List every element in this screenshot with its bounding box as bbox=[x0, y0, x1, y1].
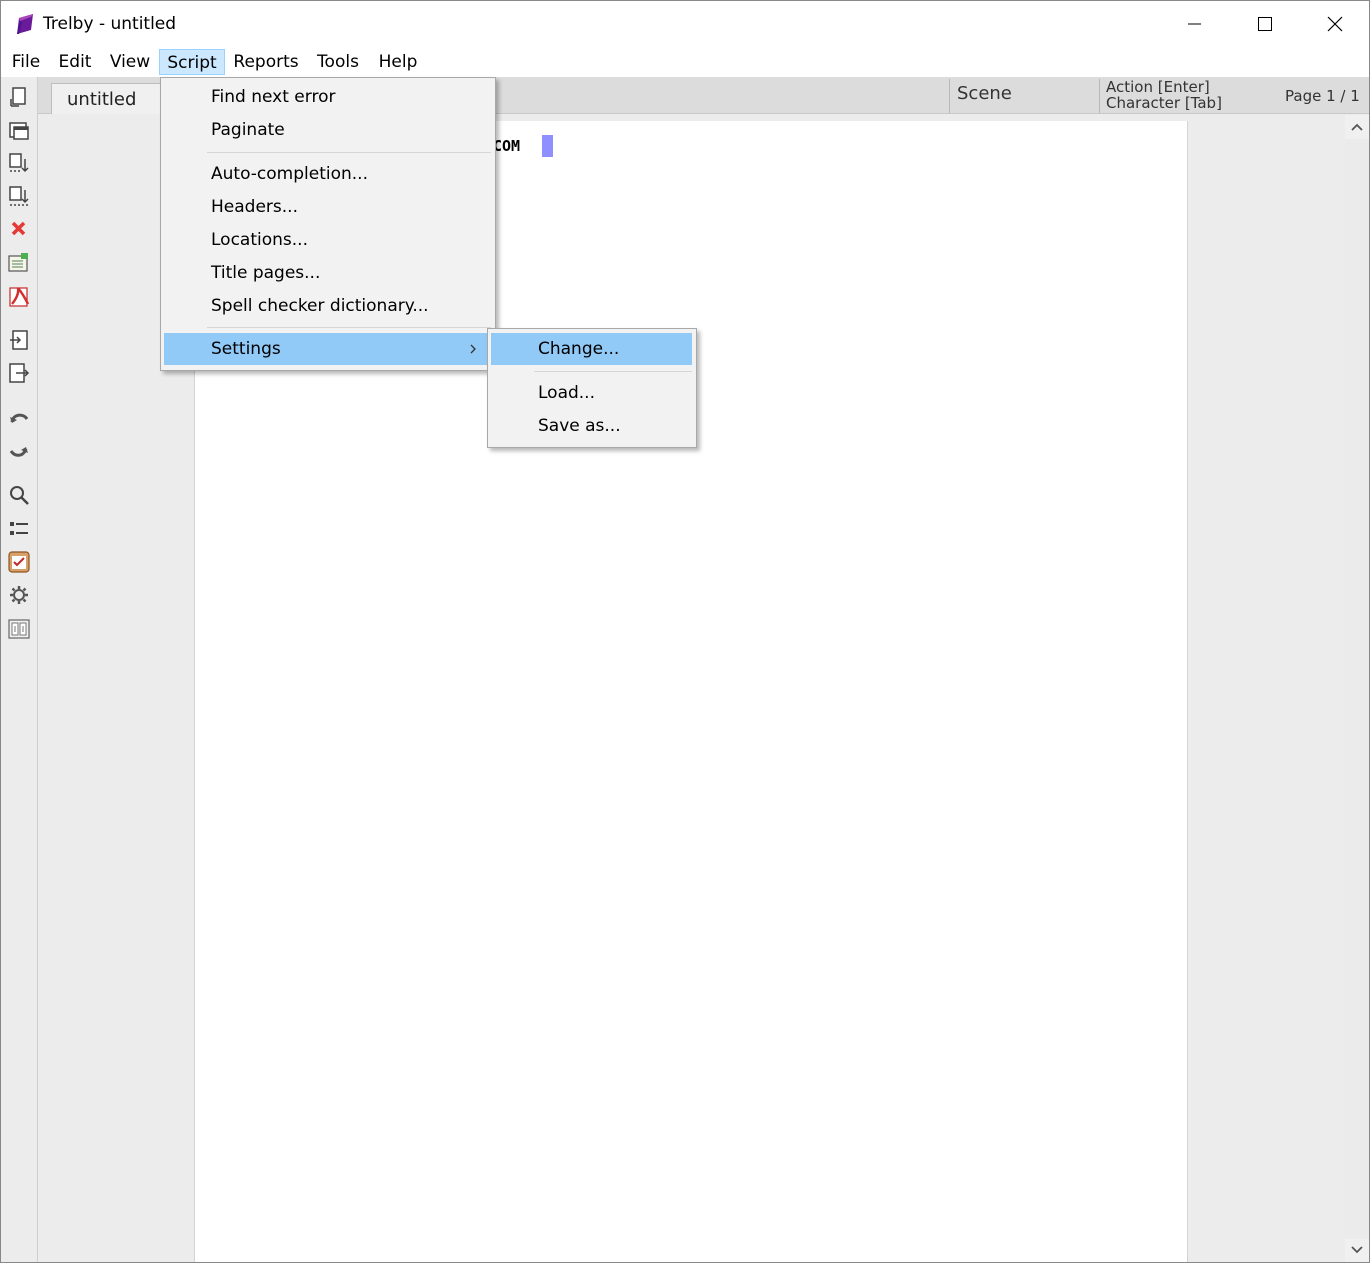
menu-item-spell-checker-dictionary[interactable]: Spell checker dictionary... bbox=[211, 296, 429, 316]
maximize-button[interactable] bbox=[1229, 1, 1299, 47]
list-icon[interactable] bbox=[7, 517, 31, 541]
menu-separator bbox=[207, 152, 491, 153]
maximize-icon bbox=[1258, 17, 1272, 31]
export-file-icon[interactable] bbox=[7, 361, 31, 385]
new-script-icon[interactable] bbox=[7, 85, 31, 109]
menu-view[interactable]: View bbox=[103, 49, 157, 75]
enter-hint: Action [Enter] bbox=[1106, 78, 1210, 96]
minimize-button[interactable] bbox=[1159, 1, 1229, 47]
title-bar: Trelby - untitled bbox=[1, 1, 1369, 47]
export-icon[interactable] bbox=[7, 251, 31, 275]
close-script-icon[interactable] bbox=[7, 217, 31, 241]
script-menu-dropdown: Find next error Paginate Auto-completion… bbox=[160, 77, 496, 371]
script-line-text: COM bbox=[493, 137, 521, 155]
new-window-icon[interactable] bbox=[7, 118, 31, 142]
pdf-icon[interactable] bbox=[7, 284, 31, 308]
close-button[interactable] bbox=[1299, 1, 1369, 47]
tab-hint: Character [Tab] bbox=[1106, 94, 1222, 112]
menu-help[interactable]: Help bbox=[373, 49, 423, 75]
minimize-icon bbox=[1188, 23, 1201, 25]
menu-item-load[interactable]: Load... bbox=[538, 383, 595, 403]
menu-file[interactable]: File bbox=[5, 49, 47, 75]
trelby-logo-icon bbox=[17, 14, 33, 34]
menu-item-locations[interactable]: Locations... bbox=[211, 230, 308, 250]
checklist-icon[interactable] bbox=[7, 550, 31, 574]
save-icon[interactable] bbox=[7, 184, 31, 208]
scroll-track[interactable] bbox=[1345, 139, 1369, 1239]
import-icon[interactable] bbox=[7, 328, 31, 352]
menu-item-change[interactable]: Change... bbox=[491, 333, 692, 365]
menu-item-title-pages[interactable]: Title pages... bbox=[211, 263, 320, 283]
menu-item-headers[interactable]: Headers... bbox=[211, 197, 298, 217]
settings-gear-icon[interactable] bbox=[7, 583, 31, 607]
compare-icon[interactable] bbox=[7, 617, 31, 641]
undo-icon[interactable] bbox=[7, 406, 31, 430]
document-tab[interactable]: untitled bbox=[51, 83, 161, 114]
menu-edit[interactable]: Edit bbox=[53, 49, 97, 75]
menu-tools[interactable]: Tools bbox=[311, 49, 365, 75]
menu-item-auto-completion[interactable]: Auto-completion... bbox=[211, 164, 368, 184]
menu-separator bbox=[207, 327, 491, 328]
menu-item-settings-label: Settings bbox=[211, 339, 281, 359]
menu-script[interactable]: Script bbox=[159, 49, 225, 75]
vertical-scrollbar[interactable] bbox=[1345, 115, 1369, 1262]
text-cursor bbox=[542, 135, 553, 157]
close-icon bbox=[1327, 16, 1343, 32]
header-separator bbox=[1099, 79, 1100, 113]
menu-item-settings[interactable]: Settings bbox=[164, 333, 490, 365]
page-indicator: Page 1 / 1 bbox=[1285, 87, 1360, 105]
left-toolbar bbox=[1, 77, 38, 1262]
document-tab-label: untitled bbox=[67, 89, 137, 110]
window-title: Trelby - untitled bbox=[43, 14, 177, 34]
app-window: Trelby - untitled File Edit View Script … bbox=[0, 0, 1370, 1263]
open-icon[interactable] bbox=[7, 151, 31, 175]
menu-item-save-as[interactable]: Save as... bbox=[538, 416, 621, 436]
find-icon[interactable] bbox=[7, 483, 31, 507]
menu-separator bbox=[534, 371, 692, 372]
menu-item-find-next-error[interactable]: Find next error bbox=[211, 87, 335, 107]
settings-submenu: Change... Load... Save as... bbox=[487, 328, 697, 448]
scroll-down-icon[interactable] bbox=[1345, 1238, 1369, 1262]
submenu-arrow-icon bbox=[470, 344, 476, 354]
redo-icon[interactable] bbox=[7, 439, 31, 463]
menu-item-paginate[interactable]: Paginate bbox=[211, 120, 285, 140]
menu-reports[interactable]: Reports bbox=[229, 49, 303, 75]
header-separator bbox=[949, 79, 950, 113]
menu-item-change-label: Change... bbox=[538, 339, 620, 359]
scroll-up-icon[interactable] bbox=[1345, 115, 1369, 139]
menu-bar: File Edit View Script Reports Tools Help bbox=[1, 47, 1369, 77]
element-type-label: Scene bbox=[957, 83, 1012, 104]
